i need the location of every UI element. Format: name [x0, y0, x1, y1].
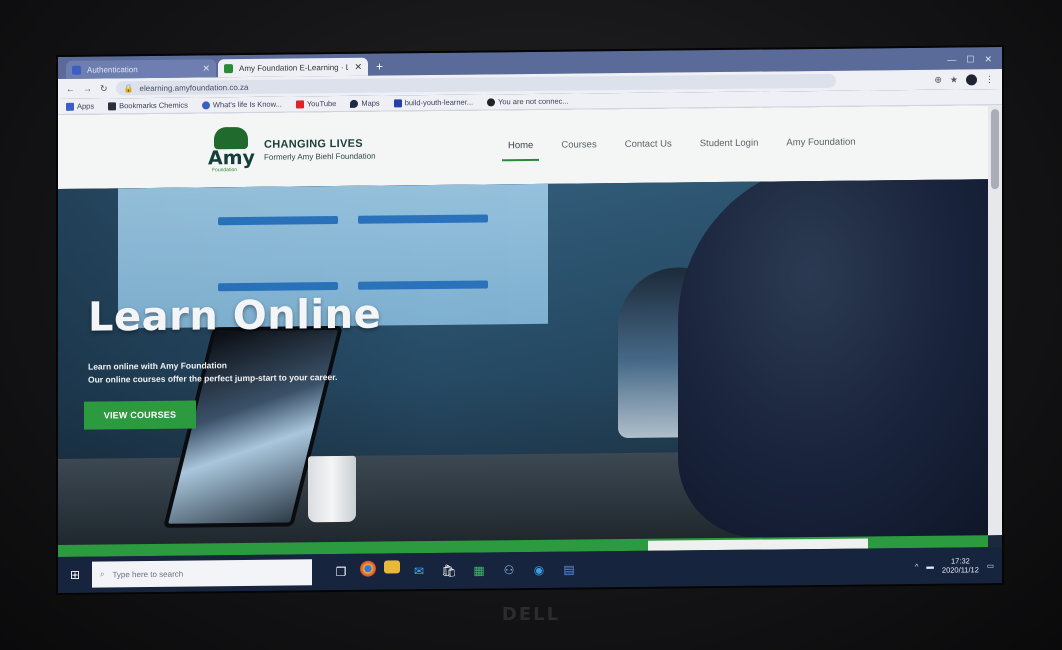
bookmark-label: YouTube	[306, 99, 337, 109]
nav-amy-foundation[interactable]: Amy Foundation	[786, 137, 855, 155]
page-scrollbar[interactable]	[988, 105, 1002, 536]
formerly-text: Formerly Amy Biehl Foundation	[264, 151, 376, 162]
bookmark-label: Bookmarks Chemics	[119, 100, 188, 111]
reload-icon[interactable]: ↻	[100, 83, 108, 94]
tray-chevron-icon[interactable]: ^	[915, 561, 919, 570]
bookmark-icon	[393, 98, 402, 107]
forward-icon[interactable]: →	[83, 84, 92, 94]
bookmark-build[interactable]: build-youth-learner...	[393, 97, 474, 108]
tab-title: Authentication	[87, 64, 138, 75]
tagline: CHANGING LIVES	[264, 137, 363, 151]
logo-sub: Foundation	[212, 167, 238, 174]
bookmark-life[interactable]: What's life Is Know...	[201, 99, 282, 110]
scrollbar-thumb[interactable]	[991, 109, 999, 190]
hero-title: Learn Online	[88, 291, 382, 341]
decor-bar	[358, 280, 488, 290]
people-icon[interactable]: ⚇	[498, 559, 520, 581]
mail-icon[interactable]: ✉	[408, 560, 430, 582]
nav-student-login[interactable]: Student Login	[700, 138, 759, 156]
site-header: Amy Foundation CHANGING LIVES Formerly A…	[58, 105, 1002, 189]
clock-date: 2020/11/12	[941, 565, 979, 575]
tab-favicon-icon	[72, 65, 81, 75]
close-tab-icon[interactable]: ✕	[354, 61, 362, 72]
bookmark-folder[interactable]: Bookmarks Chemics	[108, 101, 188, 111]
cup-image	[308, 455, 356, 523]
bookmark-maps[interactable]: Maps	[350, 98, 380, 108]
window-controls: — ☐ ✕	[937, 54, 1002, 70]
logo-text: CHANGING LIVES Formerly Amy Biehl Founda…	[264, 137, 376, 161]
extension-icon[interactable]: ⊕	[934, 74, 942, 85]
tab-authentication[interactable]: Authentication ✕	[66, 59, 216, 79]
minimize-icon[interactable]: —	[947, 55, 956, 66]
bookmark-label: Maps	[361, 98, 380, 108]
bookmark-label: build-youth-learner...	[404, 97, 474, 108]
nav-home[interactable]: Home	[508, 140, 533, 157]
hero-subtitle: Learn online with Amy Foundation Our onl…	[88, 358, 337, 387]
url-text: elearning.amyfoundation.co.za	[139, 82, 249, 93]
heart-icon	[201, 100, 210, 109]
close-tab-icon[interactable]: ✕	[202, 63, 210, 74]
tab-amy-foundation[interactable]: Amy Foundation E-Learning · Le ✕	[218, 57, 368, 78]
trees-icon	[214, 126, 248, 150]
site-nav: Home Courses Contact Us Student Login Am…	[508, 137, 856, 158]
new-tab-button[interactable]: +	[370, 59, 389, 75]
nav-courses[interactable]: Courses	[561, 139, 596, 156]
maximize-icon[interactable]: ☐	[966, 54, 974, 65]
site-logo[interactable]: Amy Foundation CHANGING LIVES Formerly A…	[208, 124, 376, 176]
bookmark-label: You are not connec...	[498, 96, 569, 107]
decor-bar	[358, 214, 488, 224]
task-view-icon[interactable]: ❐	[330, 561, 352, 583]
word-icon[interactable]: ▤	[558, 558, 580, 580]
tab-title: Amy Foundation E-Learning · Le	[239, 62, 349, 73]
chrome-icon[interactable]	[360, 560, 376, 577]
maps-icon	[350, 99, 359, 108]
close-window-icon[interactable]: ✕	[984, 54, 992, 65]
back-icon[interactable]: ←	[66, 84, 75, 94]
menu-icon[interactable]: ⋮	[985, 74, 994, 85]
hero-line-2: Our online courses offer the perfect jum…	[88, 372, 338, 385]
clock[interactable]: 17:32 2020/11/12	[942, 556, 979, 574]
lock-icon: 🔒	[123, 83, 134, 93]
notifications-icon[interactable]: ▭	[987, 561, 994, 570]
store-icon[interactable]: 🛍	[438, 560, 460, 582]
bookmark-youtube[interactable]: YouTube	[295, 99, 337, 109]
youtube-icon	[295, 99, 304, 108]
edge-icon[interactable]: ◉	[528, 559, 550, 581]
view-courses-button[interactable]: VIEW COURSES	[84, 400, 196, 430]
decor-bar	[218, 282, 338, 292]
decor-bar	[218, 216, 338, 226]
bookmark-label: What's life Is Know...	[212, 99, 282, 110]
bookmark-label: Apps	[77, 101, 95, 111]
search-placeholder: Type here to search	[112, 569, 184, 579]
tab-favicon-icon	[224, 63, 233, 73]
battery-icon[interactable]: ▬	[926, 561, 934, 570]
hero-banner: Learn Online Learn online with Amy Found…	[58, 179, 988, 545]
folder-icon	[108, 101, 117, 110]
amy-logo-icon: Amy Foundation	[208, 125, 255, 175]
screen: Authentication ✕ Amy Foundation E-Learni…	[58, 47, 1002, 593]
apps-icon	[66, 102, 74, 111]
clock-time: 17:32	[951, 556, 970, 566]
windows-start-icon[interactable]: ⊞	[64, 564, 86, 586]
system-tray: ^ ▬ 17:32 2020/11/12 ▭	[915, 556, 1002, 575]
bookmark-star-icon[interactable]: ★	[950, 74, 958, 85]
excel-icon[interactable]: ▦	[468, 559, 490, 581]
search-icon: ⌕	[100, 569, 105, 579]
bookmark-apps[interactable]: Apps	[66, 102, 94, 111]
taskbar-search-input[interactable]: ⌕ Type here to search	[92, 559, 312, 588]
nav-contact-us[interactable]: Contact Us	[625, 139, 672, 156]
globe-icon	[487, 97, 496, 106]
taskbar-apps: ❐ ✉ 🛍 ▦ ⚇ ◉ ▤	[330, 558, 580, 583]
profile-avatar[interactable]	[966, 73, 977, 85]
monitor-bezel: Authentication ✕ Amy Foundation E-Learni…	[0, 0, 1062, 650]
logo-word: Amy	[208, 146, 255, 170]
bookmark-connection[interactable]: You are not connec...	[487, 97, 569, 107]
file-explorer-icon[interactable]	[384, 560, 400, 574]
hero-foreground-person	[678, 179, 988, 539]
dell-logo: DELL	[501, 604, 561, 625]
